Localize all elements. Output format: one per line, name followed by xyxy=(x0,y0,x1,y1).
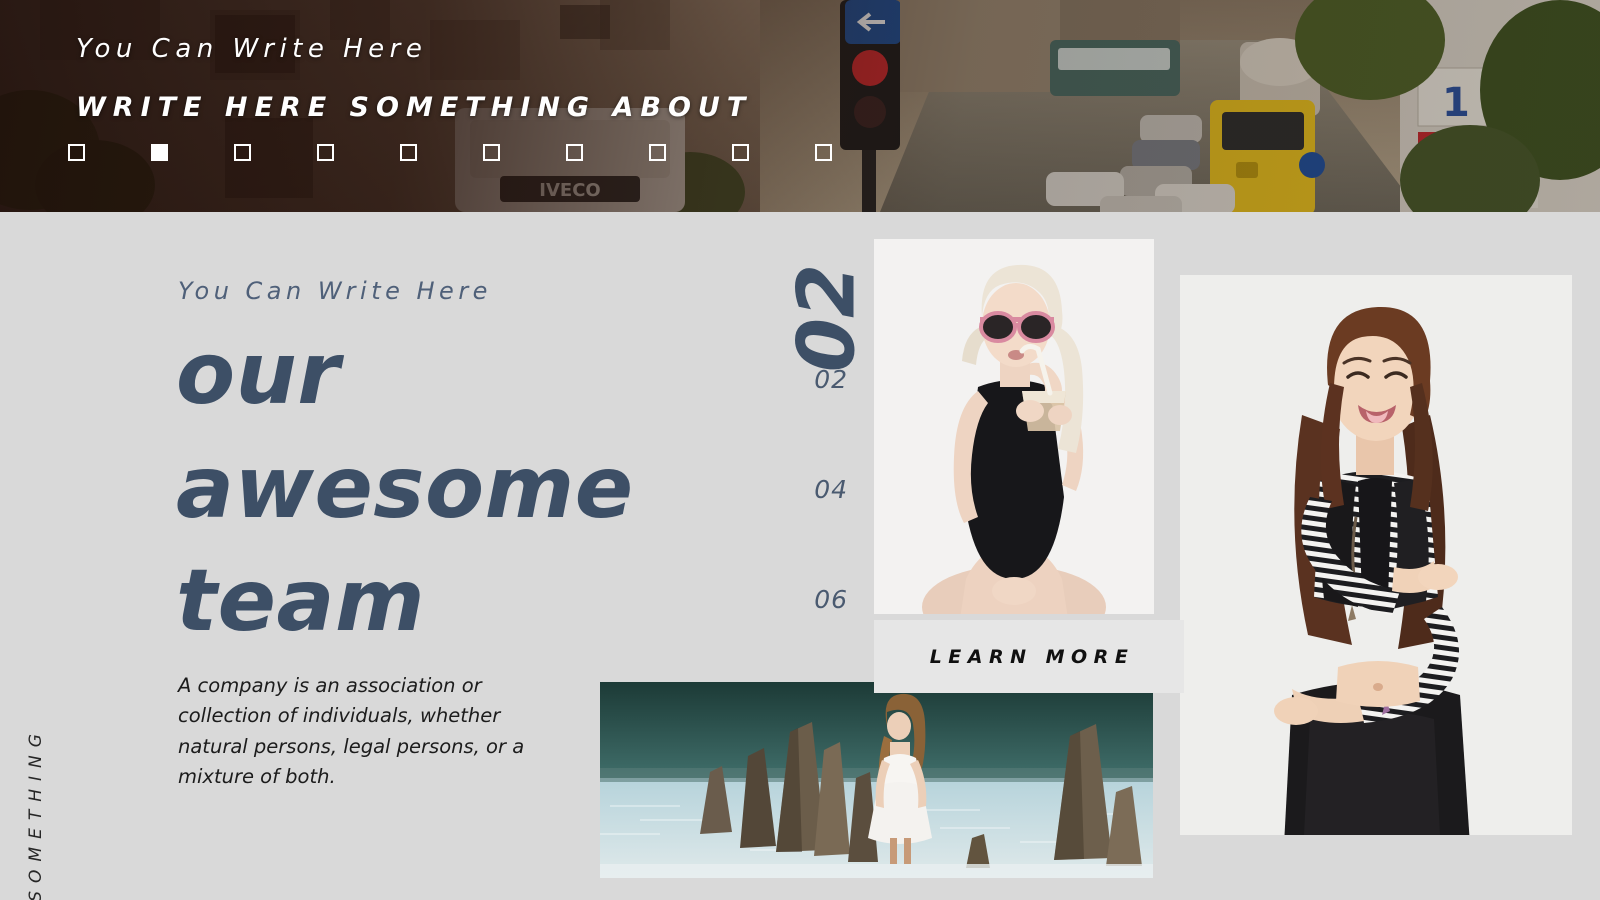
vertical-side-label: WRITE SOMETHING xyxy=(14,506,58,900)
headline-line-2: awesome xyxy=(176,437,634,538)
model-dab-photo xyxy=(1180,275,1572,835)
headline-line-3: team xyxy=(176,551,426,652)
side-label-text: WRITE SOMETHING xyxy=(26,726,47,900)
pagination-dot-4[interactable] xyxy=(317,144,334,161)
big-section-number-text: 02 xyxy=(781,263,872,373)
headline-line-1: our xyxy=(176,324,341,424)
pagination-dot-7[interactable] xyxy=(566,144,583,161)
section-eyebrow: You Can Write Here xyxy=(178,277,492,305)
lake-stumps-photo xyxy=(600,682,1153,878)
slide-canvas: IVECO xyxy=(0,0,1600,900)
pagination-dot-9[interactable] xyxy=(732,144,749,161)
hero-pagination[interactable] xyxy=(68,144,832,161)
pagination-dot-3[interactable] xyxy=(234,144,251,161)
big-section-number: 02 xyxy=(762,258,892,378)
pagination-dot-1[interactable] xyxy=(68,144,85,161)
pagination-dot-8[interactable] xyxy=(649,144,666,161)
learn-more-button[interactable]: LEARN MORE xyxy=(874,620,1184,693)
pagination-dot-6[interactable] xyxy=(483,144,500,161)
hero-banner: IVECO xyxy=(0,0,1600,212)
body-paragraph: A company is an association or collectio… xyxy=(178,674,525,789)
section-number-list: 02 04 06 xyxy=(770,362,848,692)
model-drinking-photo xyxy=(874,239,1154,614)
pagination-dot-10[interactable] xyxy=(815,144,832,161)
hero-kicker: You Can Write Here xyxy=(76,34,428,64)
page-title: our awesome team xyxy=(176,318,696,659)
pagination-dot-2[interactable] xyxy=(151,144,168,161)
pagination-dot-5[interactable] xyxy=(400,144,417,161)
learn-more-label: LEARN MORE xyxy=(929,645,1135,668)
number-item-02[interactable]: 02 xyxy=(770,362,848,472)
number-item-04[interactable]: 04 xyxy=(770,472,848,582)
number-item-06[interactable]: 06 xyxy=(770,582,848,692)
hero-title: WRITE HERE SOMETHING ABOUT xyxy=(76,92,753,123)
